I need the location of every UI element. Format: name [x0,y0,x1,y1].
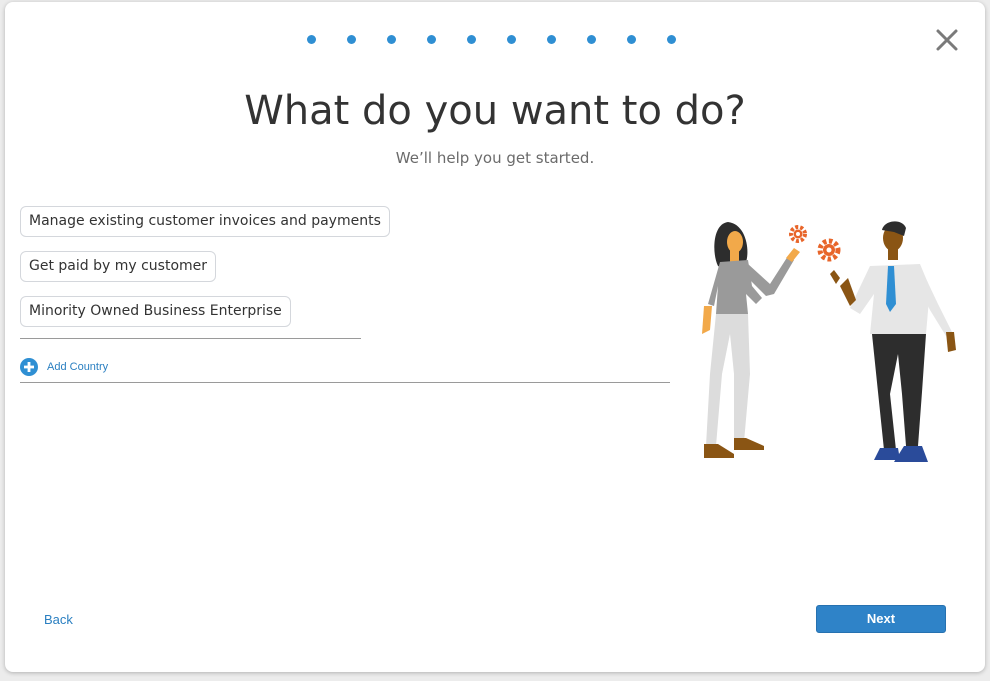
back-button[interactable]: Back [44,612,73,627]
next-button[interactable]: Next [816,605,946,633]
step-dot [387,35,396,44]
option-minority-owned-business[interactable]: Minority Owned Business Enterprise [20,296,291,327]
step-dot [587,35,596,44]
step-progress-dots [307,35,676,44]
page-title: What do you want to do? [244,88,746,134]
page-subtitle: We’ll help you get started. [395,149,595,167]
wizard-dialog: What do you want to do? We’ll help you g… [5,2,985,672]
divider [20,338,361,339]
woman-figure [702,222,800,458]
step-dot [547,35,556,44]
add-country-button[interactable]: Add Country [20,358,108,376]
step-dot [427,35,436,44]
divider [20,382,670,383]
step-dot [467,35,476,44]
man-figure [830,221,956,462]
close-button[interactable] [934,27,960,53]
close-icon [936,29,958,51]
step-dot [667,35,676,44]
option-get-paid[interactable]: Get paid by my customer [20,251,217,282]
step-dot [347,35,356,44]
gear-icon [817,238,841,262]
plus-circle-icon [20,358,38,376]
people-gears-illustration [702,221,956,462]
add-country-label: Add Country [47,361,109,373]
step-dot [627,35,636,44]
gear-icon [789,225,807,243]
step-dot [307,35,316,44]
option-manage-invoices[interactable]: Manage existing customer invoices and pa… [20,206,390,237]
step-dot [507,35,516,44]
